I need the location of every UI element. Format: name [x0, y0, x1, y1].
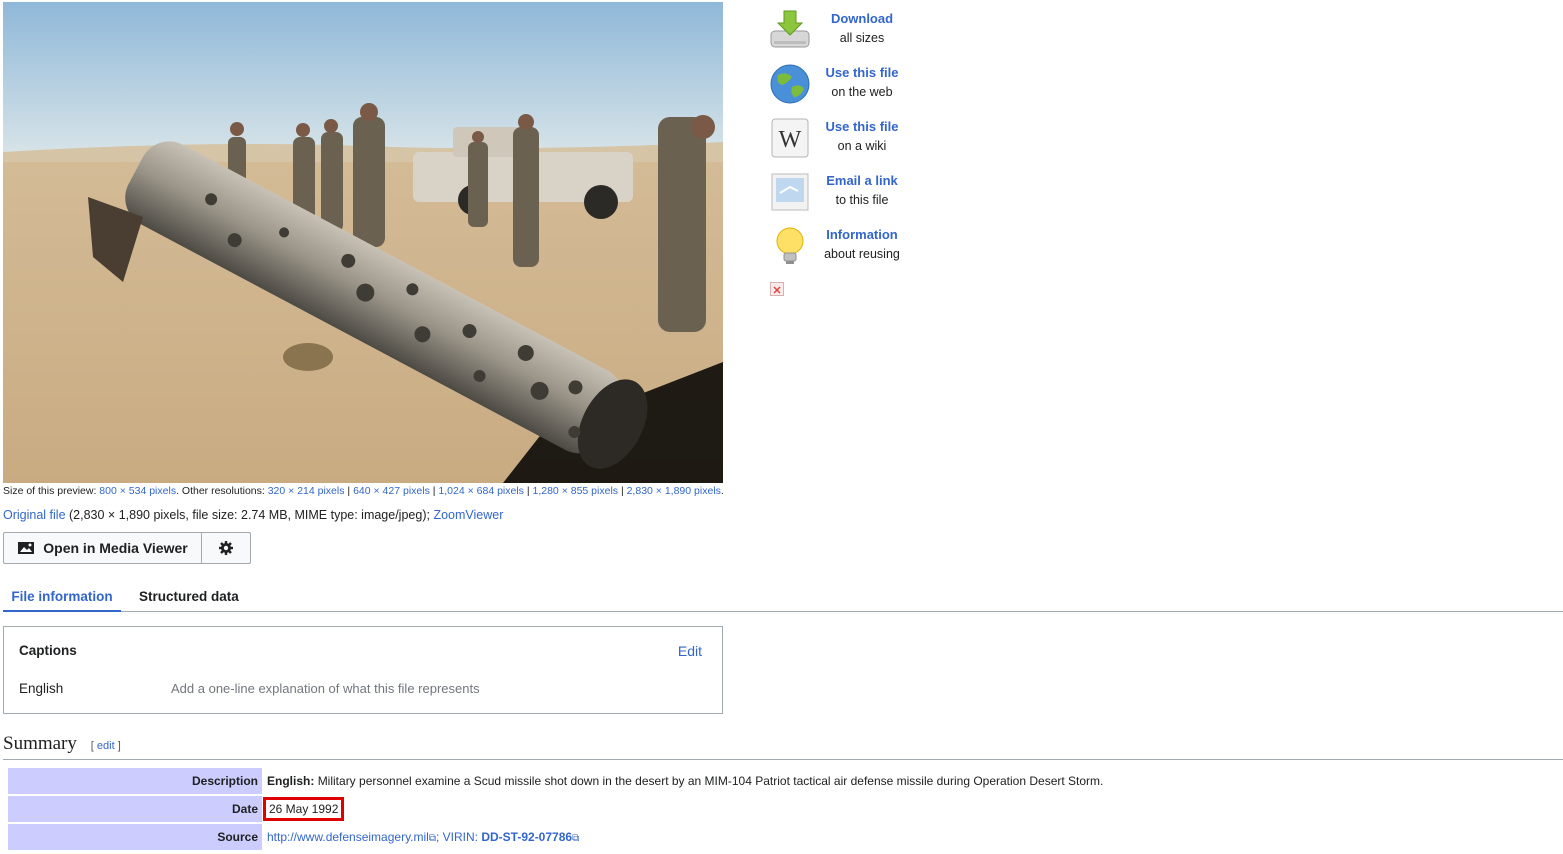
captions-title: Captions	[19, 643, 77, 658]
media-viewer-settings-button[interactable]	[201, 532, 251, 564]
missile-photo[interactable]	[3, 2, 723, 483]
external-link-icon: ⧉	[428, 833, 436, 844]
source-value: http://www.defenseimagery.mil⧉; VIRIN: D…	[262, 824, 579, 850]
table-row: Description English: Military personnel …	[8, 768, 1563, 794]
use-on-wiki-subtitle: on a wiki	[837, 139, 887, 153]
original-file-info: Original file (2,830 × 1,890 pixels, fil…	[3, 508, 503, 522]
use-on-web-subtitle: on the web	[831, 85, 893, 99]
resolution-link[interactable]: 1,024 × 684 pixels	[438, 485, 524, 497]
resolution-link[interactable]: 320 × 214 pixels	[268, 485, 345, 497]
file-page-tabs: File information Structured data	[3, 584, 1563, 612]
resolution-link[interactable]: 1,280 × 855 pixels	[533, 485, 619, 497]
preview-size-label: Size of this preview:	[3, 485, 97, 497]
lightbulb-icon	[776, 227, 804, 264]
summary-title: Summary	[3, 733, 77, 754]
table-row: Date 26 May 1992	[8, 796, 1563, 822]
reuse-info-subtitle: about reusing	[824, 247, 900, 261]
media-viewer-icon	[18, 542, 35, 554]
other-resolutions-label: Other resolutions:	[181, 485, 265, 497]
description-text: Military personnel examine a Scud missil…	[317, 774, 1104, 788]
wikipedia-icon: W	[771, 118, 809, 158]
broken-image-icon	[770, 282, 784, 296]
caption-language: English	[19, 681, 64, 696]
source-label: Source	[8, 824, 262, 850]
download-action[interactable]: Download all sizes	[768, 5, 918, 55]
original-file-link[interactable]: Original file	[3, 508, 66, 522]
tab-structured-data[interactable]: Structured data	[139, 584, 239, 612]
tab-file-information[interactable]: File information	[3, 584, 121, 612]
use-on-wiki-title[interactable]: Use this file	[812, 119, 912, 134]
resolution-link[interactable]: 2,830 × 1,890 pixels	[627, 485, 721, 497]
original-file-details: (2,830 × 1,890 pixels, file size: 2.74 M…	[69, 508, 430, 522]
open-media-viewer-label: Open in Media Viewer	[43, 540, 188, 556]
summary-heading: Summary [ edit ]	[3, 733, 1563, 760]
media-viewer-controls: Open in Media Viewer	[3, 532, 251, 564]
zoomviewer-link[interactable]: ZoomViewer	[433, 508, 503, 522]
download-subtitle: all sizes	[839, 31, 885, 45]
reuse-info-title[interactable]: Information	[812, 227, 912, 242]
email-link-title[interactable]: Email a link	[812, 173, 912, 188]
source-url-link[interactable]: http://www.defenseimagery.mil	[267, 830, 429, 844]
use-on-wiki-action[interactable]: W Use this file on a wiki	[768, 113, 918, 163]
source-separator: ; VIRIN:	[435, 830, 478, 844]
open-media-viewer-button[interactable]: Open in Media Viewer	[3, 532, 201, 564]
globe-icon	[770, 64, 810, 104]
date-value-cell: 26 May 1992	[262, 796, 345, 822]
download-icon	[770, 10, 810, 48]
caption-placeholder: Add a one-line explanation of what this …	[171, 681, 480, 696]
use-on-web-title[interactable]: Use this file	[812, 65, 912, 80]
reuse-info-action[interactable]: Information about reusing	[768, 221, 918, 271]
resolution-link[interactable]: 640 × 427 pixels	[353, 485, 430, 497]
date-label: Date	[8, 796, 262, 822]
description-value: English: Military personnel examine a Sc…	[262, 768, 1103, 794]
use-on-web-action[interactable]: Use this file on the web	[768, 59, 918, 109]
description-label: Description	[8, 768, 262, 794]
email-link-subtitle: to this file	[835, 193, 889, 207]
table-row: Source http://www.defenseimagery.mil⧉; V…	[8, 824, 1563, 850]
virin-link[interactable]: DD-ST-92-07786	[481, 830, 572, 844]
summary-edit-link[interactable]: [ edit ]	[91, 740, 121, 752]
description-language: English:	[267, 774, 315, 788]
captions-panel: Captions Edit English Add a one-line exp…	[3, 626, 723, 714]
download-title[interactable]: Download	[812, 11, 912, 26]
external-link-icon: ⧉	[572, 833, 580, 844]
email-icon	[771, 173, 809, 211]
captions-edit-button[interactable]: Edit	[678, 643, 702, 659]
svg-text:W: W	[779, 127, 802, 153]
preview-size-info: Size of this preview: 800 × 534 pixels. …	[3, 485, 724, 497]
preview-size-link[interactable]: 800 × 534 pixels	[99, 485, 176, 497]
date-value: 26 May 1992	[263, 797, 345, 821]
gear-icon	[219, 541, 233, 555]
email-link-action[interactable]: Email a link to this file	[768, 167, 918, 217]
summary-edit-label[interactable]: edit	[97, 740, 115, 752]
